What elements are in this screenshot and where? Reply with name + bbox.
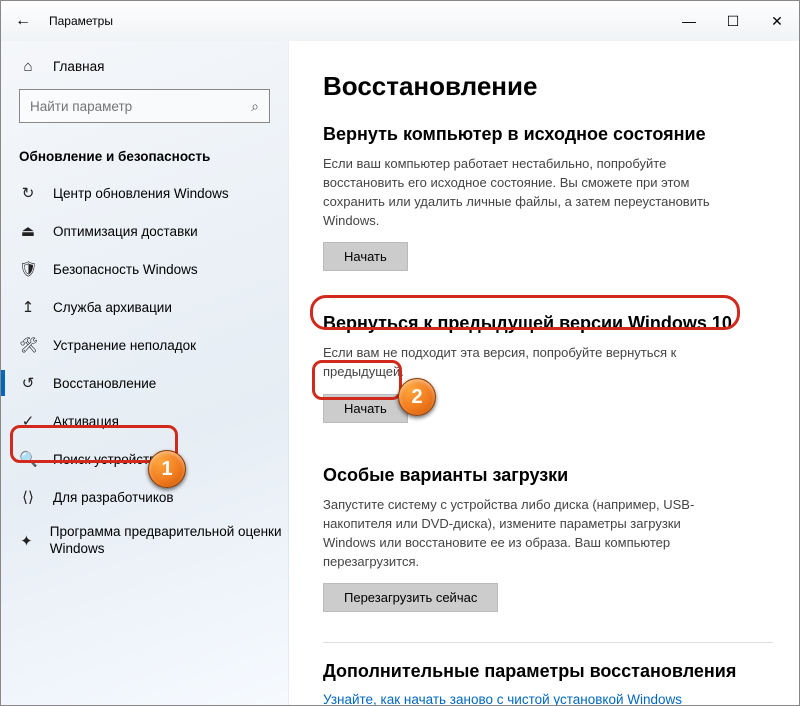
delivery-icon: ⏏ [19, 222, 37, 240]
sidebar-item-delivery-optimization[interactable]: ⏏ Оптимизация доставки [1, 212, 288, 250]
sidebar-item-for-developers[interactable]: ⟨⟩ Для разработчиков [1, 478, 288, 516]
page-title: Восстановление [323, 71, 773, 102]
search-box[interactable]: ⌕ [19, 89, 270, 123]
sidebar-item-backup[interactable]: ↥ Служба архивации [1, 288, 288, 326]
sidebar-item-label: Безопасность Windows [53, 262, 198, 277]
advanced-startup-desc: Запустите систему с устройства либо диск… [323, 496, 733, 571]
window-title: Параметры [49, 14, 667, 28]
sidebar-item-label: Устранение неполадок [53, 338, 196, 353]
check-icon: ✓ [19, 412, 37, 430]
sidebar-item-find-my-device[interactable]: 🔍 Поиск устройства [1, 440, 288, 478]
sidebar: ⌂ Главная ⌕ Обновление и безопасность ↻ … [1, 41, 289, 705]
sidebar-item-windows-security[interactable]: 🛡 Безопасность Windows [1, 250, 288, 288]
advanced-startup-heading: Особые варианты загрузки [323, 465, 773, 486]
sidebar-item-recovery[interactable]: ↺ Восстановление [1, 364, 288, 402]
sidebar-home-label: Главная [53, 59, 104, 74]
sidebar-item-windows-update[interactable]: ↻ Центр обновления Windows [1, 174, 288, 212]
wrench-icon: 🛠 [19, 336, 37, 354]
sidebar-home[interactable]: ⌂ Главная [1, 47, 288, 85]
go-back-start-button[interactable]: Начать [323, 394, 408, 423]
sidebar-item-label: Оптимизация доставки [53, 224, 198, 239]
sidebar-item-label: Центр обновления Windows [53, 186, 229, 201]
fresh-start-link[interactable]: Узнайте, как начать заново с чистой уста… [323, 692, 773, 705]
more-recovery-heading: Дополнительные параметры восстановления [323, 661, 773, 682]
sidebar-item-label: Активация [53, 414, 119, 429]
home-icon: ⌂ [19, 58, 37, 75]
search-icon: ⌕ [251, 98, 259, 115]
go-back-desc: Если вам не подходит эта версия, попробу… [323, 344, 733, 382]
reset-pc-start-button[interactable]: Начать [323, 242, 408, 271]
search-input[interactable] [30, 99, 243, 114]
sidebar-item-label: Служба архивации [53, 300, 172, 315]
sidebar-category: Обновление и безопасность [1, 135, 288, 174]
sidebar-item-label: Программа предварительной оценки Windows [50, 524, 288, 558]
reset-pc-heading: Вернуть компьютер в исходное состояние [323, 124, 773, 145]
maximize-button[interactable]: ☐ [711, 1, 755, 41]
sidebar-item-troubleshoot[interactable]: 🛠 Устранение неполадок [1, 326, 288, 364]
back-button[interactable]: ← [1, 1, 45, 41]
reset-pc-desc: Если ваш компьютер работает нестабильно,… [323, 155, 733, 230]
shield-icon: 🛡 [19, 260, 37, 278]
title-bar: ← Параметры — ☐ ✕ [1, 1, 799, 41]
sidebar-item-label: Поиск устройства [53, 452, 164, 467]
code-icon: ⟨⟩ [19, 488, 37, 506]
sidebar-item-insider-program[interactable]: ✦ Программа предварительной оценки Windo… [1, 516, 288, 566]
sidebar-item-activation[interactable]: ✓ Активация [1, 402, 288, 440]
content-area: Восстановление Вернуть компьютер в исход… [289, 41, 799, 705]
restart-now-button[interactable]: Перезагрузить сейчас [323, 583, 498, 612]
location-icon: 🔍 [19, 450, 37, 468]
backup-icon: ↥ [19, 298, 37, 316]
minimize-button[interactable]: — [667, 1, 711, 41]
insider-icon: ✦ [19, 532, 34, 550]
sidebar-item-label: Для разработчиков [53, 490, 174, 505]
go-back-heading: Вернуться к предыдущей версии Windows 10 [323, 313, 773, 334]
sync-icon: ↻ [19, 184, 37, 202]
close-button[interactable]: ✕ [755, 1, 799, 41]
history-icon: ↺ [19, 374, 37, 392]
sidebar-item-label: Восстановление [53, 376, 156, 391]
